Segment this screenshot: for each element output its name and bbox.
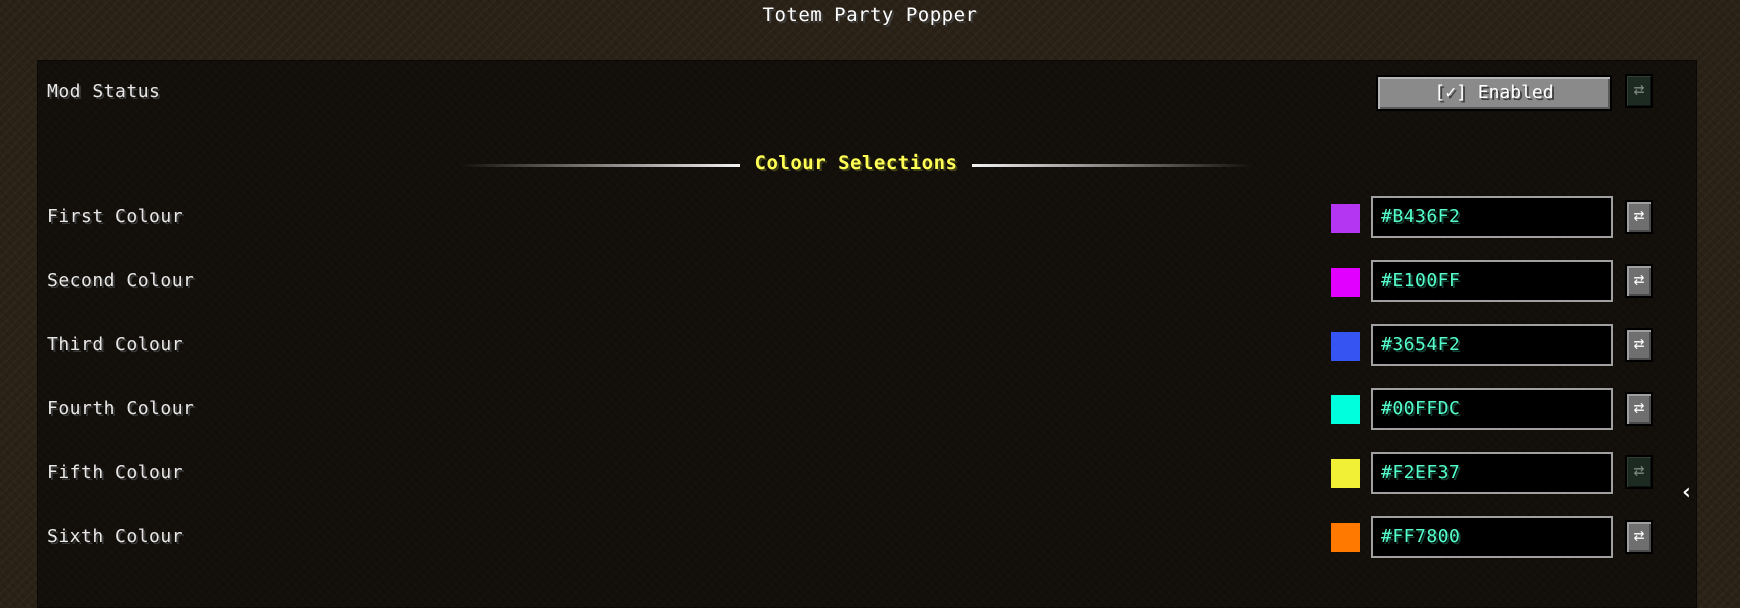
colour-reset-button[interactable]: ⇄ <box>1625 455 1653 489</box>
colour-swatch <box>1331 395 1360 424</box>
swap-arrows-icon: ⇄ <box>1633 397 1645 418</box>
colour-reset-button[interactable]: ⇄ <box>1625 520 1653 554</box>
colour-swatch <box>1331 332 1360 361</box>
colour-label: Third Colour <box>47 334 184 355</box>
colour-label: Sixth Colour <box>47 526 184 547</box>
mod-status-label: Mod Status <box>47 81 161 102</box>
colour-reset-button[interactable]: ⇄ <box>1625 200 1653 234</box>
colour-hex-input[interactable]: #3654F2 <box>1371 324 1613 366</box>
colour-hex-input[interactable]: #FF7800 <box>1371 516 1613 558</box>
swap-arrows-icon: ⇄ <box>1633 333 1645 354</box>
section-title: Colour Selections <box>754 152 958 174</box>
swap-arrows-icon: ⇄ <box>1633 525 1645 546</box>
mod-status-toggle-button[interactable]: [✓] Enabled <box>1376 75 1612 111</box>
mod-status-reset-button[interactable]: ⇄ <box>1625 74 1653 108</box>
swap-arrows-icon: ⇄ <box>1633 79 1645 100</box>
colour-swatch <box>1331 459 1360 488</box>
divider-left <box>460 164 740 167</box>
colour-label: Second Colour <box>47 270 195 291</box>
swap-arrows-icon: ⇄ <box>1633 269 1645 290</box>
divider-right <box>972 164 1252 167</box>
colour-swatch <box>1331 204 1360 233</box>
colour-label: Fifth Colour <box>47 462 184 483</box>
colour-hex-input[interactable]: #E100FF <box>1371 260 1613 302</box>
colour-reset-button[interactable]: ⇄ <box>1625 392 1653 426</box>
colour-label: First Colour <box>47 206 184 227</box>
colour-hex-input[interactable]: #00FFDC <box>1371 388 1613 430</box>
colour-reset-button[interactable]: ⇄ <box>1625 328 1653 362</box>
colour-section-header: Colour Selections <box>0 150 1740 180</box>
window-title: Totem Party Popper <box>762 4 978 26</box>
colour-hex-input[interactable]: #F2EF37 <box>1371 452 1613 494</box>
swap-arrows-icon: ⇄ <box>1633 460 1645 481</box>
colour-hex-input[interactable]: #B436F2 <box>1371 196 1613 238</box>
swap-arrows-icon: ⇄ <box>1633 205 1645 226</box>
chevron-left-icon[interactable]: ‹ <box>1680 480 1693 505</box>
colour-swatch <box>1331 523 1360 552</box>
colour-reset-button[interactable]: ⇄ <box>1625 264 1653 298</box>
colour-swatch <box>1331 268 1360 297</box>
colour-label: Fourth Colour <box>47 398 195 419</box>
